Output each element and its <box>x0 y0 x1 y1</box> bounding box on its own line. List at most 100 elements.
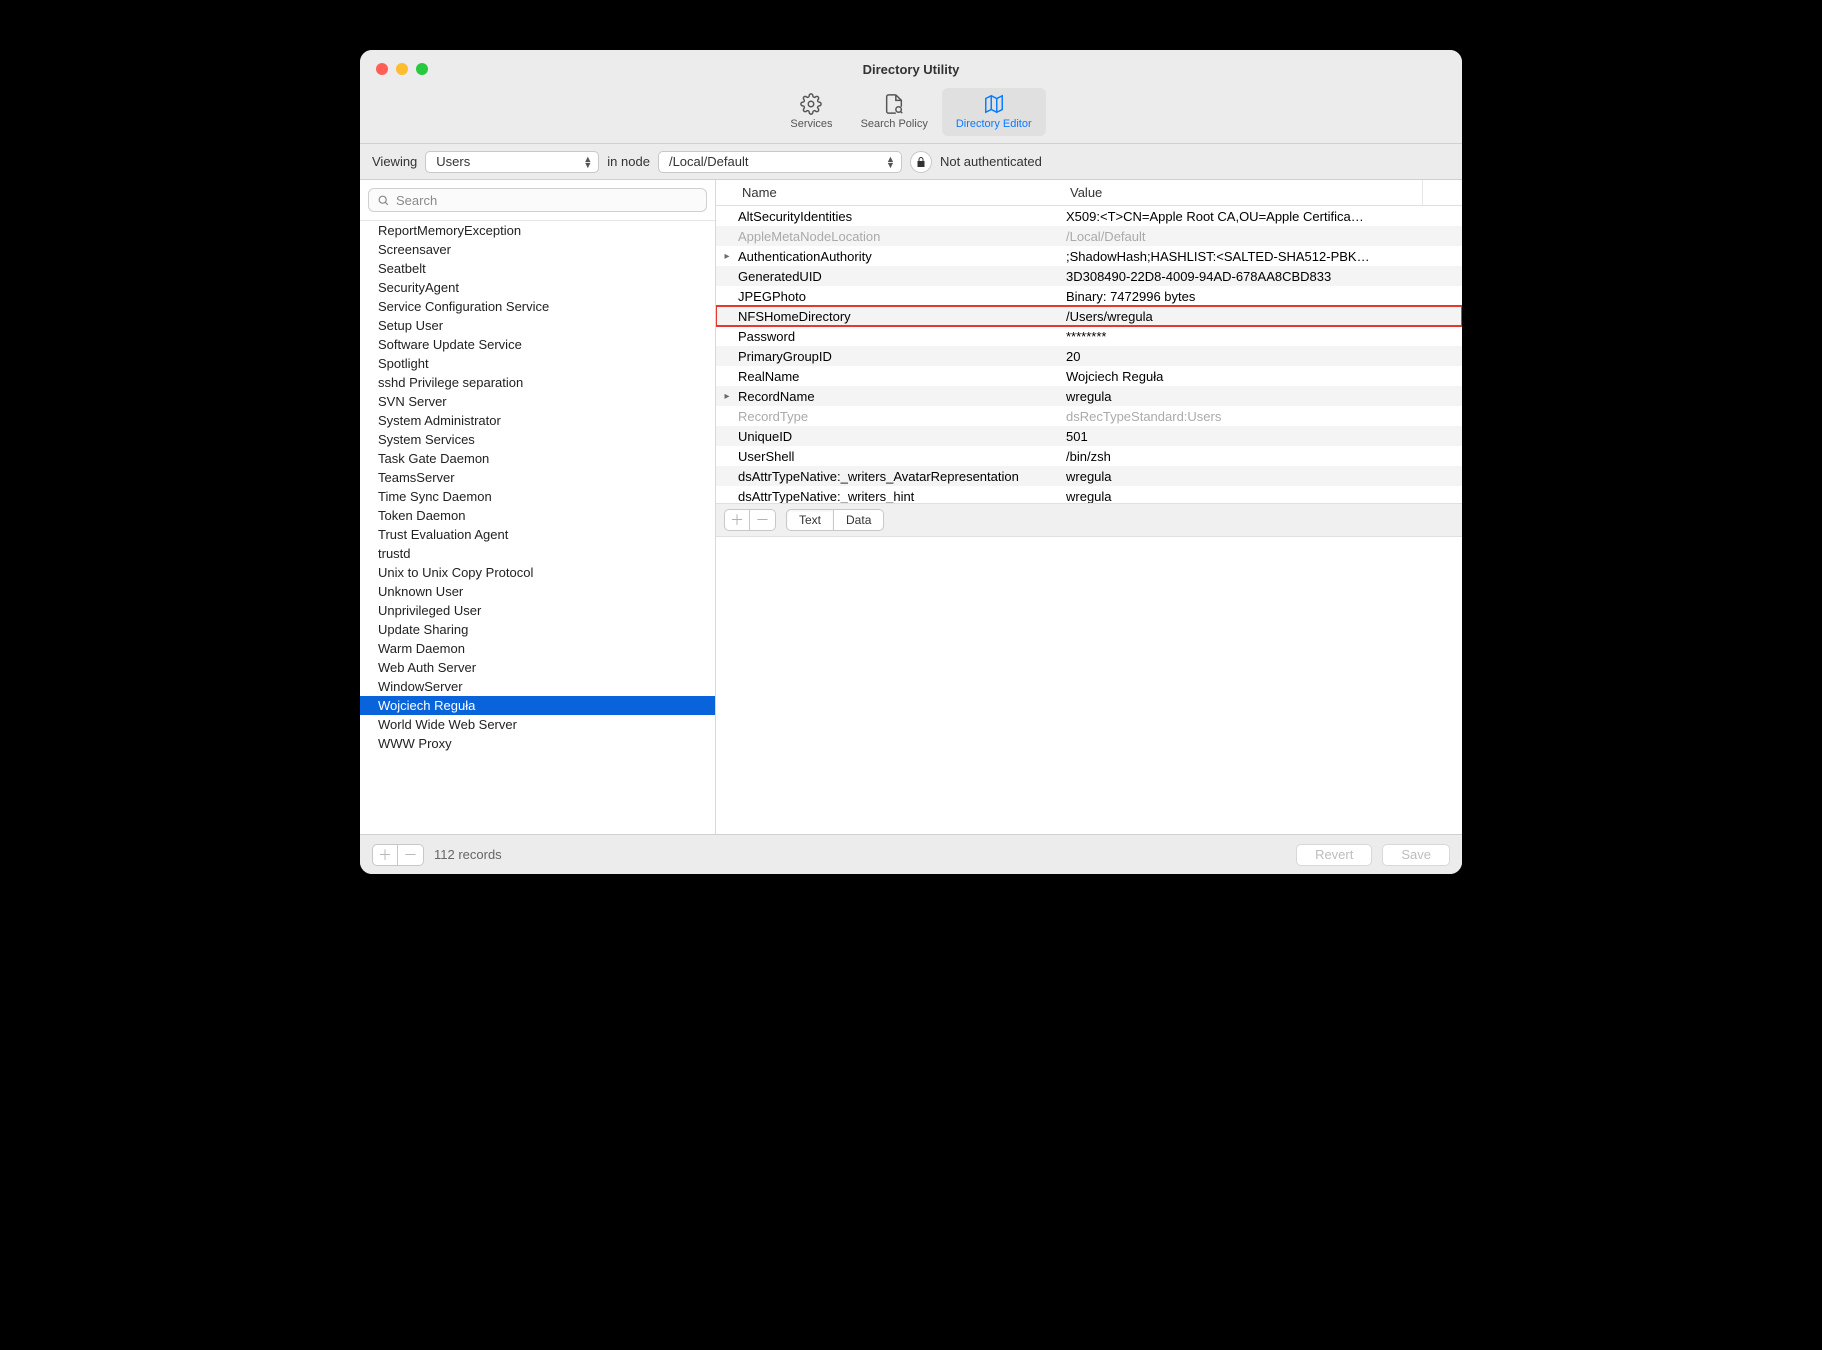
attribute-name: GeneratedUID <box>738 269 1066 284</box>
table-row[interactable]: dsAttrTypeNative:_writers_AvatarRepresen… <box>716 466 1462 486</box>
attribute-value: /Local/Default <box>1066 229 1462 244</box>
list-item[interactable]: Wojciech Reguła <box>360 696 715 715</box>
list-item[interactable]: Seatbelt <box>360 259 715 278</box>
toolbar-label: Search Policy <box>861 118 928 130</box>
table-row[interactable]: Password******** <box>716 326 1462 346</box>
lock-button[interactable] <box>910 151 932 173</box>
minimize-window-button[interactable] <box>396 63 408 75</box>
table-row[interactable]: UserShell/bin/zsh <box>716 446 1462 466</box>
table-row[interactable]: RealNameWojciech Reguła <box>716 366 1462 386</box>
list-item[interactable]: Token Daemon <box>360 506 715 525</box>
list-item[interactable]: Service Configuration Service <box>360 297 715 316</box>
detail-editor[interactable] <box>716 537 1462 834</box>
search-input[interactable]: Search <box>368 188 707 212</box>
auth-status: Not authenticated <box>940 154 1042 169</box>
attribute-name: Password <box>738 329 1066 344</box>
list-item[interactable]: World Wide Web Server <box>360 715 715 734</box>
node-value: /Local/Default <box>669 154 749 169</box>
attribute-name: UserShell <box>738 449 1066 464</box>
list-item[interactable]: Software Update Service <box>360 335 715 354</box>
chevron-updown-icon: ▲▼ <box>575 156 592 168</box>
view-mode-segment: Text Data <box>786 509 884 531</box>
content: Search ReportMemoryExceptionScreensaverS… <box>360 180 1462 834</box>
attribute-add-remove-group: ＋ － <box>724 509 776 531</box>
list-item[interactable]: WindowServer <box>360 677 715 696</box>
table-row[interactable]: UniqueID501 <box>716 426 1462 446</box>
attribute-list[interactable]: AltSecurityIdentitiesX509:<T>CN=Apple Ro… <box>716 206 1462 503</box>
list-item[interactable]: Trust Evaluation Agent <box>360 525 715 544</box>
close-window-button[interactable] <box>376 63 388 75</box>
detail-pane: Name Value AltSecurityIdentitiesX509:<T>… <box>716 180 1462 834</box>
toolbar-label: Directory Editor <box>956 118 1032 130</box>
add-attribute-button[interactable]: ＋ <box>724 509 750 531</box>
table-row[interactable]: NFSHomeDirectory/Users/wregula <box>716 306 1462 326</box>
list-item[interactable]: Time Sync Daemon <box>360 487 715 506</box>
revert-button[interactable]: Revert <box>1296 844 1372 866</box>
list-item[interactable]: Spotlight <box>360 354 715 373</box>
table-row[interactable]: PrimaryGroupID20 <box>716 346 1462 366</box>
table-row[interactable]: dsAttrTypeNative:_writers_hintwregula <box>716 486 1462 503</box>
toolbar-item-services[interactable]: Services <box>776 88 846 136</box>
record-add-remove-group: ＋ － <box>372 844 424 866</box>
attribute-name: dsAttrTypeNative:_writers_hint <box>738 489 1066 504</box>
gear-icon <box>799 92 823 116</box>
user-list[interactable]: ReportMemoryExceptionScreensaverSeatbelt… <box>360 221 715 834</box>
toolbar-item-search-policy[interactable]: Search Policy <box>847 88 942 136</box>
list-item[interactable]: WWW Proxy <box>360 734 715 753</box>
attribute-value: wregula <box>1066 389 1462 404</box>
view-mode-text[interactable]: Text <box>786 509 834 531</box>
list-item[interactable]: Warm Daemon <box>360 639 715 658</box>
list-item[interactable]: Unprivileged User <box>360 601 715 620</box>
list-item[interactable]: sshd Privilege separation <box>360 373 715 392</box>
table-row[interactable]: AppleMetaNodeLocation/Local/Default <box>716 226 1462 246</box>
list-item[interactable]: Web Auth Server <box>360 658 715 677</box>
attribute-value: X509:<T>CN=Apple Root CA,OU=Apple Certif… <box>1066 209 1462 224</box>
view-mode-data[interactable]: Data <box>834 509 884 531</box>
list-item[interactable]: System Administrator <box>360 411 715 430</box>
list-item[interactable]: SVN Server <box>360 392 715 411</box>
column-header-name[interactable]: Name <box>716 185 1066 200</box>
viewing-select[interactable]: Users ▲▼ <box>425 151 599 173</box>
list-item[interactable]: Unknown User <box>360 582 715 601</box>
list-item[interactable]: trustd <box>360 544 715 563</box>
lock-icon <box>915 156 927 168</box>
attribute-value: 501 <box>1066 429 1462 444</box>
table-row[interactable]: AltSecurityIdentitiesX509:<T>CN=Apple Ro… <box>716 206 1462 226</box>
list-item[interactable]: Screensaver <box>360 240 715 259</box>
zoom-window-button[interactable] <box>416 63 428 75</box>
column-header-value[interactable]: Value <box>1066 185 1422 200</box>
titlebar: Directory Utility <box>360 50 1462 88</box>
disclosure-triangle-icon[interactable]: ▸ <box>716 391 738 402</box>
list-item[interactable]: TeamsServer <box>360 468 715 487</box>
attribute-name: UniqueID <box>738 429 1066 444</box>
table-row[interactable]: RecordTypedsRecTypeStandard:Users <box>716 406 1462 426</box>
list-item[interactable]: Update Sharing <box>360 620 715 639</box>
toolbar-item-directory-editor[interactable]: Directory Editor <box>942 88 1046 136</box>
list-item[interactable]: ReportMemoryException <box>360 221 715 240</box>
list-item[interactable]: System Services <box>360 430 715 449</box>
disclosure-triangle-icon[interactable]: ▸ <box>716 251 738 262</box>
attribute-value: Wojciech Reguła <box>1066 369 1462 384</box>
list-item[interactable]: Setup User <box>360 316 715 335</box>
list-item[interactable]: Unix to Unix Copy Protocol <box>360 563 715 582</box>
attribute-value: /Users/wregula <box>1066 309 1462 324</box>
remove-attribute-button[interactable]: － <box>750 509 776 531</box>
table-row[interactable]: ▸AuthenticationAuthority;ShadowHash;HASH… <box>716 246 1462 266</box>
table-row[interactable]: JPEGPhotoBinary: 7472996 bytes <box>716 286 1462 306</box>
list-item[interactable]: SecurityAgent <box>360 278 715 297</box>
column-header-actions <box>1422 180 1462 205</box>
search-icon <box>377 194 390 207</box>
save-button[interactable]: Save <box>1382 844 1450 866</box>
remove-record-button[interactable]: － <box>398 844 424 866</box>
attribute-value: 20 <box>1066 349 1462 364</box>
attribute-name: PrimaryGroupID <box>738 349 1066 364</box>
viewing-label: Viewing <box>372 154 417 169</box>
table-row[interactable]: GeneratedUID3D308490-22D8-4009-94AD-678A… <box>716 266 1462 286</box>
add-record-button[interactable]: ＋ <box>372 844 398 866</box>
toolbar: Services Search Policy Directory Editor <box>360 88 1462 144</box>
node-select[interactable]: /Local/Default ▲▼ <box>658 151 902 173</box>
window: Directory Utility Services Search Policy… <box>360 50 1462 874</box>
table-row[interactable]: ▸RecordNamewregula <box>716 386 1462 406</box>
attribute-name: JPEGPhoto <box>738 289 1066 304</box>
list-item[interactable]: Task Gate Daemon <box>360 449 715 468</box>
